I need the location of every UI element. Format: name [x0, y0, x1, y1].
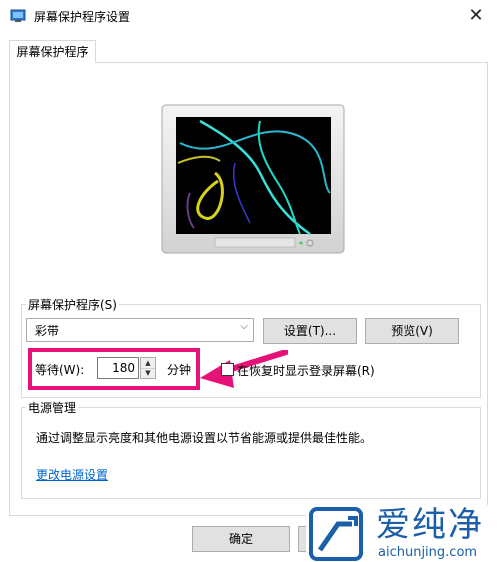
window-title: 屏幕保护程序设置: [34, 10, 131, 24]
watermark: 爱纯净 aichunjing.com: [306, 505, 500, 562]
screensaver-group-label: 屏幕保护程序(S): [26, 296, 119, 313]
tab-screensaver[interactable]: 屏幕保护程序: [9, 40, 96, 63]
display-settings-icon: [10, 9, 26, 22]
power-description: 通过调整显示亮度和其他电源设置以节省能源或提供最佳性能。: [36, 431, 373, 445]
power-group-label: 电源管理: [26, 399, 79, 416]
watermark-brand: 爱纯净: [376, 505, 484, 545]
power-group: 电源管理: [21, 399, 481, 499]
resume-checkbox-label: 在恢复时显示登录屏幕(R): [237, 364, 375, 378]
ok-button[interactable]: 确定: [192, 526, 290, 552]
change-power-settings-link[interactable]: 更改电源设置: [36, 466, 108, 483]
monitor-preview: [161, 104, 345, 254]
preview-button[interactable]: 预览(V): [365, 318, 459, 344]
watermark-url: aichunjing.com: [378, 545, 478, 560]
screensaver-selected-value: 彩带: [35, 324, 60, 338]
screensaver-select[interactable]: 彩带 ⌵: [26, 318, 254, 342]
brand-logo-icon: [309, 507, 363, 561]
resume-checkbox[interactable]: [221, 363, 234, 376]
close-button[interactable]: ✕: [462, 3, 490, 29]
settings-button[interactable]: 设置(T)...: [263, 318, 357, 344]
title-bar: 屏幕保护程序设置 ✕: [0, 0, 500, 33]
chevron-down-icon: ⌵: [240, 321, 248, 332]
highlight-box: [28, 348, 200, 390]
